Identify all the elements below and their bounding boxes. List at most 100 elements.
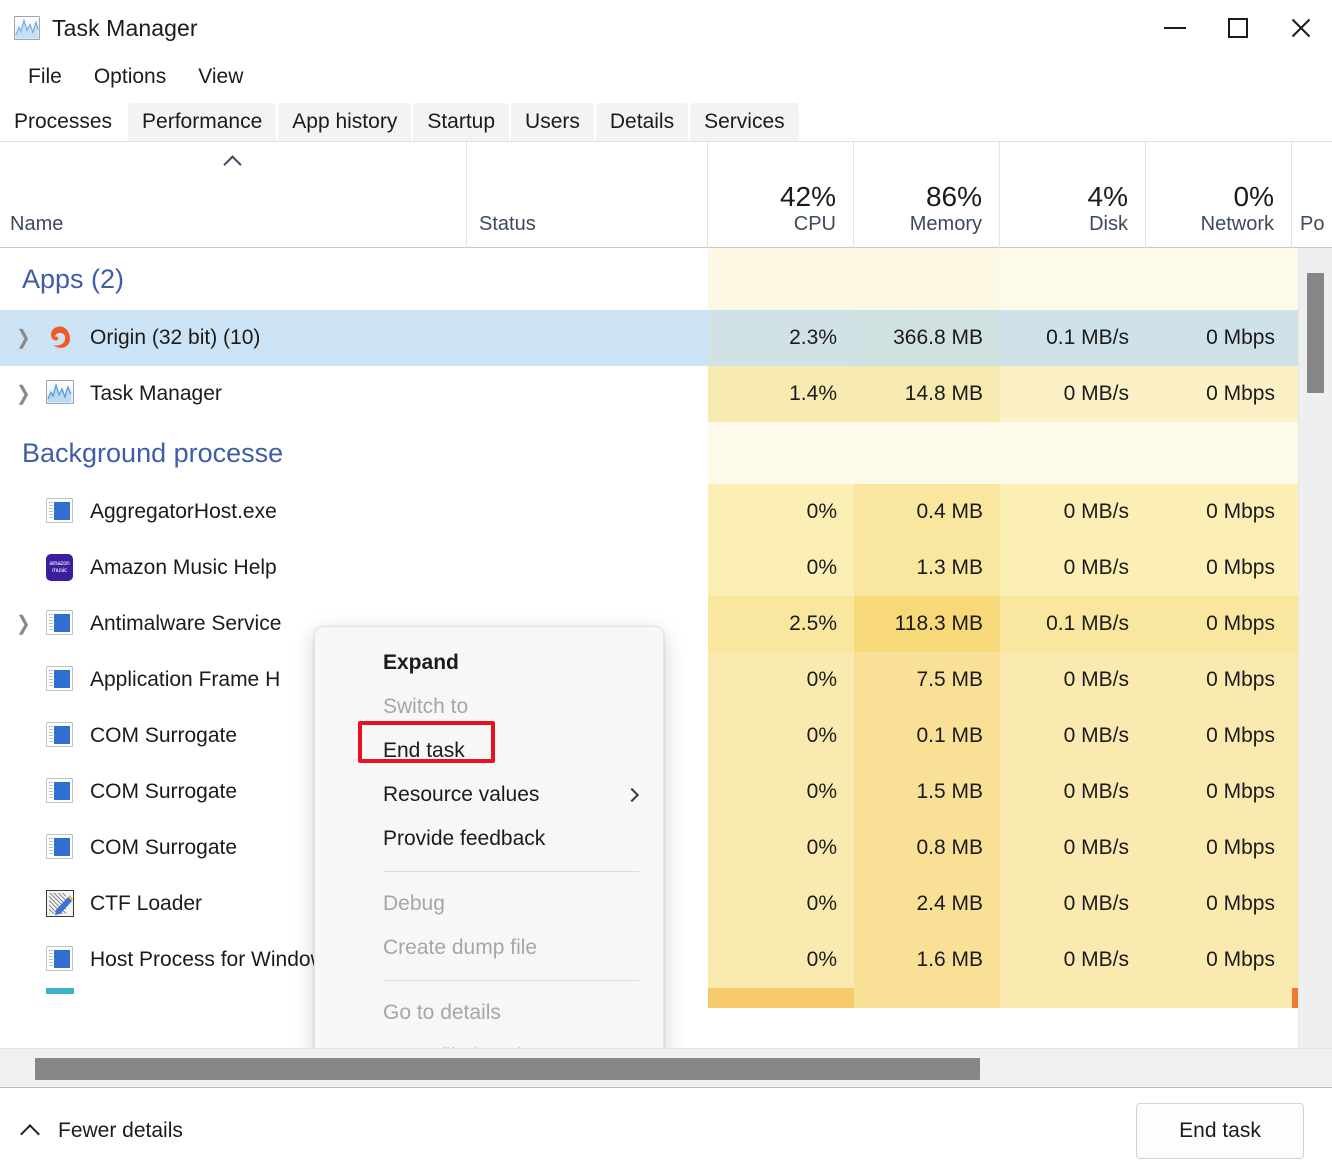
table-row[interactable]: CTF Loader 0% 2.4 MB 0 MB/s 0 Mbps xyxy=(0,876,1332,932)
row-memory-cell: 7.5 MB xyxy=(854,652,1000,708)
table-row[interactable]: ❯ Antimalware Service 2.5% 118.3 MB 0.1 … xyxy=(0,596,1332,652)
table-row[interactable]: Application Frame H 0% 7.5 MB 0 MB/s 0 M… xyxy=(0,652,1332,708)
title-bar-left: Task Manager xyxy=(0,15,198,42)
row-cpu-cell: 0% xyxy=(708,540,854,596)
chevron-right-icon xyxy=(625,788,639,802)
task-manager-icon xyxy=(46,380,76,408)
group-network-cell xyxy=(1146,422,1292,484)
context-menu-item-go-to-details: Go to details xyxy=(315,991,663,1035)
row-status-cell xyxy=(467,366,708,422)
column-header-disk[interactable]: 4% Disk xyxy=(1000,142,1146,248)
group-header-background-processes[interactable]: Background processe xyxy=(0,422,1332,484)
row-cpu-cell: 0% xyxy=(708,932,854,988)
tab-processes[interactable]: Processes xyxy=(0,103,126,141)
row-disk-cell: 0 MB/s xyxy=(1000,652,1146,708)
table-row[interactable]: AggregatorHost.exe 0% 0.4 MB 0 MB/s 0 Mb… xyxy=(0,484,1332,540)
context-menu-item-resource-values[interactable]: Resource values xyxy=(315,773,663,817)
minimize-icon xyxy=(1164,27,1186,29)
process-name: AggregatorHost.exe xyxy=(90,500,277,524)
vertical-scrollbar-thumb[interactable] xyxy=(1307,273,1324,393)
expand-chevron-icon[interactable]: ❯ xyxy=(0,384,46,404)
task-manager-window: Task Manager File Options View Processes… xyxy=(0,0,1332,1174)
horizontal-scrollbar[interactable] xyxy=(0,1048,1332,1088)
row-network-cell: 0 Mbps xyxy=(1146,596,1292,652)
row-network-cell: 0 Mbps xyxy=(1146,540,1292,596)
process-name: COM Surrogate xyxy=(90,780,237,804)
horizontal-scrollbar-thumb[interactable] xyxy=(35,1058,980,1080)
generic-process-icon xyxy=(46,778,76,806)
row-status-cell xyxy=(467,484,708,540)
process-name: Application Frame H xyxy=(90,668,280,692)
close-button[interactable] xyxy=(1269,0,1332,56)
column-header-cpu[interactable]: 42% CPU xyxy=(708,142,854,248)
table-row[interactable]: COM Surrogate 0% 0.1 MB 0 MB/s 0 Mbps xyxy=(0,708,1332,764)
table-row-partial[interactable] xyxy=(0,988,1332,1008)
vertical-scrollbar[interactable] xyxy=(1298,248,1332,1048)
process-name: Amazon Music Help xyxy=(90,556,277,580)
row-memory-cell: 118.3 MB xyxy=(854,596,1000,652)
sort-ascending-icon xyxy=(223,154,243,166)
table-row[interactable]: amazonmusic Amazon Music Help 0% 1.3 MB … xyxy=(0,540,1332,596)
row-disk-cell: 0 MB/s xyxy=(1000,540,1146,596)
column-header-power[interactable]: Po xyxy=(1292,142,1332,248)
group-status-cell xyxy=(467,422,708,484)
column-header-status-label: Status xyxy=(479,213,707,236)
maximize-icon xyxy=(1228,18,1248,38)
row-network-cell: 0 Mbps xyxy=(1146,652,1292,708)
menu-file[interactable]: File xyxy=(14,61,76,93)
row-memory-cell: 0.8 MB xyxy=(854,820,1000,876)
generic-process-icon xyxy=(46,610,76,638)
origin-icon xyxy=(46,324,76,352)
row-cpu-cell xyxy=(708,988,854,1008)
row-memory-cell: 1.5 MB xyxy=(854,764,1000,820)
row-memory-cell: 0.4 MB xyxy=(854,484,1000,540)
table-row[interactable]: Host Process for Windows Tasks 0% 1.6 MB… xyxy=(0,932,1332,988)
expand-chevron-icon[interactable]: ❯ xyxy=(0,614,46,634)
group-memory-cell xyxy=(854,248,1000,310)
row-disk-cell: 0 MB/s xyxy=(1000,932,1146,988)
maximize-button[interactable] xyxy=(1206,0,1269,56)
fewer-details-button[interactable]: Fewer details xyxy=(20,1119,183,1143)
table-row[interactable]: COM Surrogate 0% 0.8 MB 0 MB/s 0 Mbps xyxy=(0,820,1332,876)
row-cpu-cell: 0% xyxy=(708,484,854,540)
tab-startup[interactable]: Startup xyxy=(413,103,509,141)
column-header-memory[interactable]: 86% Memory xyxy=(854,142,1000,248)
tab-performance[interactable]: Performance xyxy=(128,103,276,141)
column-header-power-label: Po xyxy=(1300,213,1332,236)
row-network-cell xyxy=(1146,988,1292,1008)
menu-options[interactable]: Options xyxy=(80,61,180,93)
group-label: Apps (2) xyxy=(0,264,124,295)
table-row[interactable]: ❯ Origin (32 bit) (10) 2.3% 366.8 MB 0.1… xyxy=(0,310,1332,366)
minimize-button[interactable] xyxy=(1143,0,1206,56)
row-disk-cell: 0 MB/s xyxy=(1000,876,1146,932)
row-disk-cell: 0 MB/s xyxy=(1000,708,1146,764)
context-menu-item-open-file-location: Open file location xyxy=(315,1035,663,1048)
menu-view[interactable]: View xyxy=(184,61,257,93)
column-header-status[interactable]: Status xyxy=(467,142,708,248)
group-disk-cell xyxy=(1000,422,1146,484)
context-menu-item-expand[interactable]: Expand xyxy=(315,641,663,685)
tab-users[interactable]: Users xyxy=(511,103,594,141)
column-header-row: Name Status 42% CPU 86% Memory 4% Disk 0… xyxy=(0,142,1332,248)
row-network-cell: 0 Mbps xyxy=(1146,876,1292,932)
tab-details[interactable]: Details xyxy=(596,103,688,141)
table-row[interactable]: ❯ Task Manager 1.4% xyxy=(0,366,1332,422)
row-disk-cell: 0 MB/s xyxy=(1000,820,1146,876)
group-header-apps[interactable]: Apps (2) xyxy=(0,248,1332,310)
row-cpu-cell: 1.4% xyxy=(708,366,854,422)
column-header-network[interactable]: 0% Network xyxy=(1146,142,1292,248)
tab-app-history[interactable]: App history xyxy=(278,103,411,141)
tab-services[interactable]: Services xyxy=(690,103,799,141)
context-menu-item-provide-feedback[interactable]: Provide feedback xyxy=(315,817,663,861)
row-cpu-cell: 2.5% xyxy=(708,596,854,652)
context-menu-item-end-task[interactable]: End task xyxy=(315,729,663,773)
row-status-cell xyxy=(467,540,708,596)
row-network-cell: 0 Mbps xyxy=(1146,764,1292,820)
expand-chevron-icon[interactable]: ❯ xyxy=(0,328,46,348)
end-task-button[interactable]: End task xyxy=(1136,1103,1304,1159)
group-name-cell: Apps (2) xyxy=(0,248,467,310)
column-header-name[interactable]: Name xyxy=(0,142,467,248)
chevron-up-icon xyxy=(20,1124,42,1138)
row-name-cell: ❯ Task Manager xyxy=(0,366,467,422)
table-row[interactable]: COM Surrogate 0% 1.5 MB 0 MB/s 0 Mbps xyxy=(0,764,1332,820)
